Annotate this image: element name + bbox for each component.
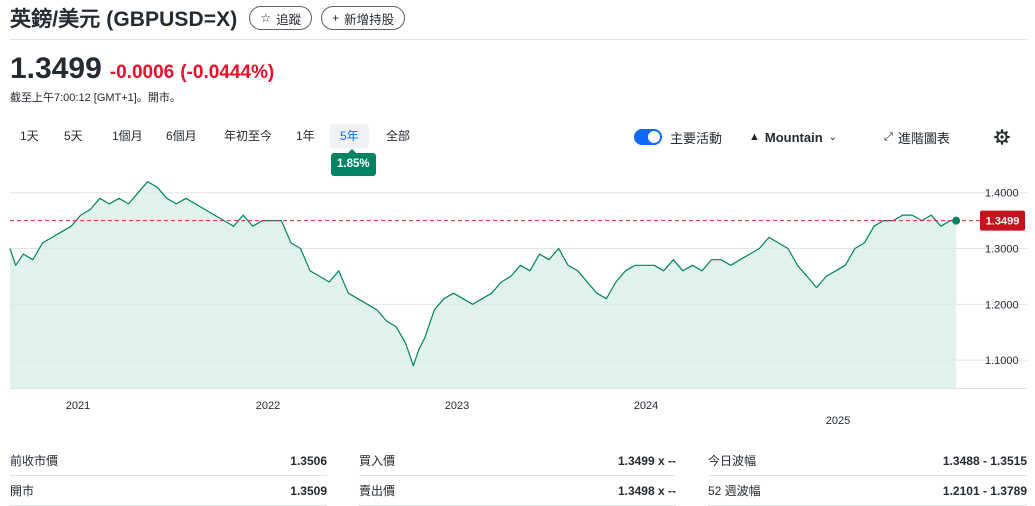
quote-summary: 1.3499 -0.0006 (-0.0444%)	[10, 52, 274, 86]
quote-timestamp: 截至上午7:00:12 [GMT+1]。開市。	[10, 92, 181, 104]
price-chart-svg[interactable]: 1.3499 1.4000 1.3000 1.2000 1.1000 2021 2022…	[0, 176, 1035, 436]
range-tab-5[interactable]: 1年	[286, 124, 325, 148]
chevron-down-icon: ⌄	[828, 131, 838, 143]
follow-button[interactable]: ☆ 追蹤	[249, 6, 313, 30]
stat-value: 1.3488 - 1.3515	[942, 453, 1027, 468]
range-tab-0[interactable]: 1天	[10, 124, 49, 148]
advanced-chart-button[interactable]: ⤢ 進階圖表	[884, 124, 950, 150]
chart-type-dropdown[interactable]: ▲ Mountain ⌄	[749, 124, 837, 150]
x-tick-label: 2025	[826, 415, 850, 427]
y-tick-label: 1.2000	[985, 299, 1019, 311]
range-performance-badge: 1.85%	[331, 149, 376, 176]
chart-settings-button[interactable]	[994, 124, 1010, 150]
stat-value: 1.3506	[290, 453, 327, 468]
plus-icon: +	[332, 11, 340, 25]
quote-stats-table: 前收市價 1.3506 買入價 1.3499 x -- 今日波幅 1.3488 - 1.3…	[10, 446, 1027, 506]
star-outline-icon: ☆	[260, 11, 272, 25]
stats-row: 開市 1.3509 賣出價 1.3498 x -- 52 週波幅 1.2101 - 1.3…	[10, 476, 1027, 506]
price-change: -0.0006	[109, 62, 175, 83]
add-holding-button-label: 新增持股	[344, 12, 395, 27]
key-events-toggle-group[interactable]: 主要活動	[634, 124, 722, 150]
range-tab-2[interactable]: 1個月	[102, 124, 153, 148]
stat-cell: 52 週波幅 1.2101 - 1.3789	[708, 476, 1027, 506]
stat-label: 52 週波幅	[708, 484, 761, 498]
header: 英鎊/美元 (GBPUSD=X) ☆ 追蹤 + 新增持股	[10, 4, 406, 32]
expand-arrows-icon: ⤢	[884, 130, 893, 143]
mountain-icon: ▲	[749, 131, 760, 143]
range-tab-3[interactable]: 6個月	[156, 124, 207, 148]
y-tick-label: 1.3000	[985, 244, 1019, 256]
range-tab-7[interactable]: 全部	[376, 124, 420, 148]
range-tab-1[interactable]: 5天	[54, 124, 93, 148]
stat-label: 開市	[10, 484, 35, 498]
key-events-toggle[interactable]	[634, 129, 662, 145]
stat-value: 1.3509	[290, 483, 327, 498]
range-tab-6[interactable]: 5年	[330, 124, 369, 148]
stat-cell: 今日波幅 1.3488 - 1.3515	[708, 446, 1027, 476]
add-holding-button[interactable]: + 新增持股	[321, 6, 406, 30]
gear-icon	[994, 129, 1010, 145]
last-price-marker	[952, 216, 961, 225]
price-change-percent: (-0.0444%)	[180, 62, 275, 83]
stat-cell: 前收市價 1.3506	[10, 446, 327, 476]
stat-label: 前收市價	[10, 454, 59, 468]
x-tick-label: 2022	[256, 400, 280, 412]
advanced-chart-label: 進階圖表	[897, 130, 950, 146]
y-tick-label: 1.1000	[985, 355, 1019, 367]
stat-cell: 開市 1.3509	[10, 476, 327, 506]
page-title: 英鎊/美元 (GBPUSD=X)	[10, 8, 238, 31]
stat-value: 1.3499 x --	[617, 453, 676, 468]
follow-button-label: 追蹤	[276, 12, 302, 27]
stat-value: 1.3498 x --	[617, 483, 676, 498]
y-tick-label: 1.4000	[985, 188, 1019, 200]
header-divider	[10, 39, 1027, 40]
stat-label: 買入價	[359, 454, 396, 468]
stat-cell: 賣出價 1.3498 x --	[359, 476, 676, 506]
stat-label: 今日波幅	[708, 454, 757, 468]
current-price: 1.3499	[10, 52, 102, 85]
current-price-tag-label: 1.3499	[986, 216, 1020, 228]
range-tab-4[interactable]: 年初至今	[214, 124, 282, 148]
x-tick-label: 2021	[66, 400, 90, 412]
key-events-label: 主要活動	[670, 130, 723, 146]
stat-label: 賣出價	[359, 484, 396, 498]
stat-cell: 買入價 1.3499 x --	[359, 446, 676, 476]
x-tick-label: 2023	[445, 400, 469, 412]
price-chart[interactable]: 1.3499 1.4000 1.3000 1.2000 1.1000 2021 2022…	[0, 176, 1035, 436]
x-tick-label: 2024	[634, 400, 658, 412]
chart-type-label: Mountain	[764, 129, 823, 145]
stat-value: 1.2101 - 1.3789	[942, 483, 1027, 498]
stats-row: 前收市價 1.3506 買入價 1.3499 x -- 今日波幅 1.3488 - 1.3…	[10, 446, 1027, 476]
